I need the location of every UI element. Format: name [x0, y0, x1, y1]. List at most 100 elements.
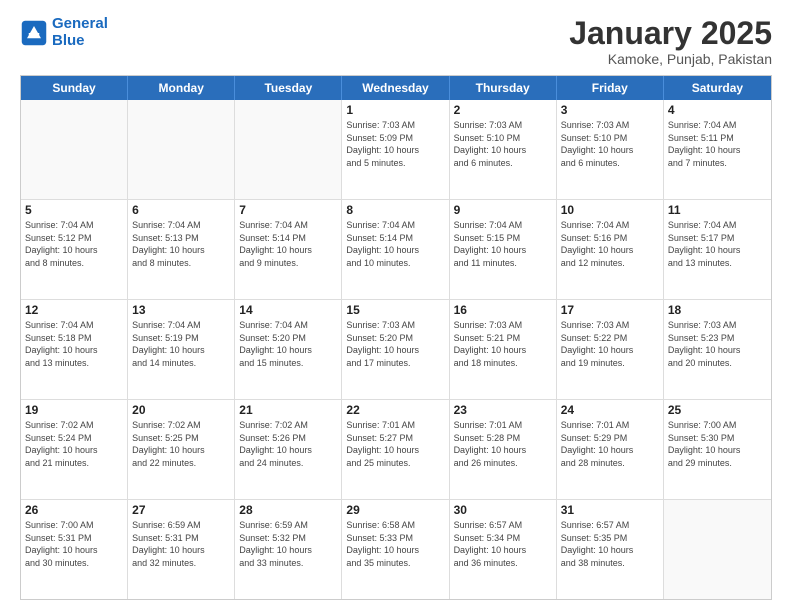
day-info: Sunrise: 7:01 AM Sunset: 5:29 PM Dayligh… — [561, 419, 659, 469]
calendar-cell: 29 Sunrise: 6:58 AM Sunset: 5:33 PM Dayli… — [342, 500, 449, 599]
day-number: 31 — [561, 503, 659, 517]
calendar-cell: 15Sunrise: 7:03 AM Sunset: 5:20 PM Dayli… — [342, 300, 449, 399]
calendar-cell: 5 Sunrise: 7:04 AM Sunset: 5:12 PM Daylig… — [21, 200, 128, 299]
calendar-cell — [664, 500, 771, 599]
calendar-cell: 11Sunrise: 7:04 AM Sunset: 5:17 PM Dayli… — [664, 200, 771, 299]
day-info: Sunrise: 7:03 AM Sunset: 5:10 PM Dayligh… — [454, 119, 552, 169]
calendar-cell: 25Sunrise: 7:00 AM Sunset: 5:30 PM Dayli… — [664, 400, 771, 499]
calendar-cell: 19 Sunrise: 7:02 AM Sunset: 5:24 PM Dayli… — [21, 400, 128, 499]
day-number: 6 — [132, 203, 230, 217]
day-number: 8 — [346, 203, 444, 217]
calendar-page: General Blue January 2025 Kamoke, Punjab… — [0, 0, 792, 612]
day-number: 27 — [132, 503, 230, 517]
weekday-header-cell: Monday — [128, 76, 235, 100]
day-info: Sunrise: 7:01 AM Sunset: 5:28 PM Dayligh… — [454, 419, 552, 469]
day-number: 15 — [346, 303, 444, 317]
day-number: 4 — [668, 103, 767, 117]
logo-icon — [20, 19, 48, 47]
day-info: Sunrise: 7:04 AM Sunset: 5:20 PM Dayligh… — [239, 319, 337, 369]
calendar-cell: 16 Sunrise: 7:03 AM Sunset: 5:21 PM Dayli… — [450, 300, 557, 399]
day-number: 17 — [561, 303, 659, 317]
calendar-cell: 21Sunrise: 7:02 AM Sunset: 5:26 PM Dayli… — [235, 400, 342, 499]
day-info: Sunrise: 7:03 AM Sunset: 5:10 PM Dayligh… — [561, 119, 659, 169]
day-number: 23 — [454, 403, 552, 417]
weekday-header-cell: Thursday — [450, 76, 557, 100]
calendar-cell: 8 Sunrise: 7:04 AM Sunset: 5:14 PM Daylig… — [342, 200, 449, 299]
day-number: 16 — [454, 303, 552, 317]
calendar-cell: 27 Sunrise: 6:59 AM Sunset: 5:31 PM Dayli… — [128, 500, 235, 599]
weekday-header-cell: Friday — [557, 76, 664, 100]
day-info: Sunrise: 7:04 AM Sunset: 5:13 PM Dayligh… — [132, 219, 230, 269]
day-info: Sunrise: 7:04 AM Sunset: 5:17 PM Dayligh… — [668, 219, 767, 269]
calendar-week: 26Sunrise: 7:00 AM Sunset: 5:31 PM Dayli… — [21, 500, 771, 599]
day-info: Sunrise: 7:02 AM Sunset: 5:25 PM Dayligh… — [132, 419, 230, 469]
day-info: Sunrise: 7:04 AM Sunset: 5:14 PM Dayligh… — [239, 219, 337, 269]
weekday-header-cell: Wednesday — [342, 76, 449, 100]
day-number: 20 — [132, 403, 230, 417]
day-number: 30 — [454, 503, 552, 517]
day-info: Sunrise: 7:03 AM Sunset: 5:23 PM Dayligh… — [668, 319, 767, 369]
day-number: 9 — [454, 203, 552, 217]
day-number: 14 — [239, 303, 337, 317]
calendar-cell: 20 Sunrise: 7:02 AM Sunset: 5:25 PM Dayli… — [128, 400, 235, 499]
calendar-cell: 9Sunrise: 7:04 AM Sunset: 5:15 PM Daylig… — [450, 200, 557, 299]
calendar: SundayMondayTuesdayWednesdayThursdayFrid… — [20, 75, 772, 600]
day-info: Sunrise: 7:02 AM Sunset: 5:24 PM Dayligh… — [25, 419, 123, 469]
day-info: Sunrise: 6:57 AM Sunset: 5:35 PM Dayligh… — [561, 519, 659, 569]
day-info: Sunrise: 7:00 AM Sunset: 5:31 PM Dayligh… — [25, 519, 123, 569]
day-number: 1 — [346, 103, 444, 117]
calendar-cell: 1Sunrise: 7:03 AM Sunset: 5:09 PM Daylig… — [342, 100, 449, 199]
weekday-header-cell: Sunday — [21, 76, 128, 100]
calendar-cell: 7 Sunrise: 7:04 AM Sunset: 5:14 PM Daylig… — [235, 200, 342, 299]
calendar-week: 1Sunrise: 7:03 AM Sunset: 5:09 PM Daylig… — [21, 100, 771, 200]
page-header: General Blue January 2025 Kamoke, Punjab… — [20, 16, 772, 67]
day-info: Sunrise: 7:04 AM Sunset: 5:11 PM Dayligh… — [668, 119, 767, 169]
calendar-cell — [21, 100, 128, 199]
weekday-header-cell: Tuesday — [235, 76, 342, 100]
calendar-cell: 24 Sunrise: 7:01 AM Sunset: 5:29 PM Dayli… — [557, 400, 664, 499]
calendar-week: 19 Sunrise: 7:02 AM Sunset: 5:24 PM Dayli… — [21, 400, 771, 500]
day-number: 24 — [561, 403, 659, 417]
calendar-subtitle: Kamoke, Punjab, Pakistan — [569, 51, 772, 67]
title-block: January 2025 Kamoke, Punjab, Pakistan — [569, 16, 772, 67]
calendar-week: 12Sunrise: 7:04 AM Sunset: 5:18 PM Dayli… — [21, 300, 771, 400]
calendar-cell: 18 Sunrise: 7:03 AM Sunset: 5:23 PM Dayli… — [664, 300, 771, 399]
calendar-body: 1Sunrise: 7:03 AM Sunset: 5:09 PM Daylig… — [21, 100, 771, 599]
calendar-cell: 13Sunrise: 7:04 AM Sunset: 5:19 PM Dayli… — [128, 300, 235, 399]
logo: General Blue — [20, 16, 108, 49]
calendar-week: 5 Sunrise: 7:04 AM Sunset: 5:12 PM Daylig… — [21, 200, 771, 300]
calendar-cell: 10Sunrise: 7:04 AM Sunset: 5:16 PM Dayli… — [557, 200, 664, 299]
weekday-header: SundayMondayTuesdayWednesdayThursdayFrid… — [21, 76, 771, 100]
day-info: Sunrise: 7:04 AM Sunset: 5:12 PM Dayligh… — [25, 219, 123, 269]
calendar-cell — [235, 100, 342, 199]
calendar-cell: 30 Sunrise: 6:57 AM Sunset: 5:34 PM Dayli… — [450, 500, 557, 599]
day-info: Sunrise: 7:04 AM Sunset: 5:16 PM Dayligh… — [561, 219, 659, 269]
logo-text: General Blue — [52, 16, 108, 49]
day-number: 22 — [346, 403, 444, 417]
day-number: 12 — [25, 303, 123, 317]
day-info: Sunrise: 6:57 AM Sunset: 5:34 PM Dayligh… — [454, 519, 552, 569]
day-number: 5 — [25, 203, 123, 217]
calendar-cell: 17 Sunrise: 7:03 AM Sunset: 5:22 PM Dayli… — [557, 300, 664, 399]
day-number: 7 — [239, 203, 337, 217]
day-info: Sunrise: 7:01 AM Sunset: 5:27 PM Dayligh… — [346, 419, 444, 469]
calendar-cell: 12Sunrise: 7:04 AM Sunset: 5:18 PM Dayli… — [21, 300, 128, 399]
day-info: Sunrise: 7:03 AM Sunset: 5:21 PM Dayligh… — [454, 319, 552, 369]
day-number: 19 — [25, 403, 123, 417]
day-number: 18 — [668, 303, 767, 317]
day-info: Sunrise: 7:04 AM Sunset: 5:14 PM Dayligh… — [346, 219, 444, 269]
calendar-cell: 31 Sunrise: 6:57 AM Sunset: 5:35 PM Dayli… — [557, 500, 664, 599]
day-number: 21 — [239, 403, 337, 417]
calendar-cell: 4 Sunrise: 7:04 AM Sunset: 5:11 PM Daylig… — [664, 100, 771, 199]
day-info: Sunrise: 6:58 AM Sunset: 5:33 PM Dayligh… — [346, 519, 444, 569]
day-info: Sunrise: 7:03 AM Sunset: 5:22 PM Dayligh… — [561, 319, 659, 369]
day-info: Sunrise: 6:59 AM Sunset: 5:32 PM Dayligh… — [239, 519, 337, 569]
weekday-header-cell: Saturday — [664, 76, 771, 100]
calendar-cell: 3Sunrise: 7:03 AM Sunset: 5:10 PM Daylig… — [557, 100, 664, 199]
calendar-cell: 6 Sunrise: 7:04 AM Sunset: 5:13 PM Daylig… — [128, 200, 235, 299]
calendar-cell: 2Sunrise: 7:03 AM Sunset: 5:10 PM Daylig… — [450, 100, 557, 199]
calendar-cell — [128, 100, 235, 199]
day-number: 29 — [346, 503, 444, 517]
day-number: 13 — [132, 303, 230, 317]
day-info: Sunrise: 6:59 AM Sunset: 5:31 PM Dayligh… — [132, 519, 230, 569]
